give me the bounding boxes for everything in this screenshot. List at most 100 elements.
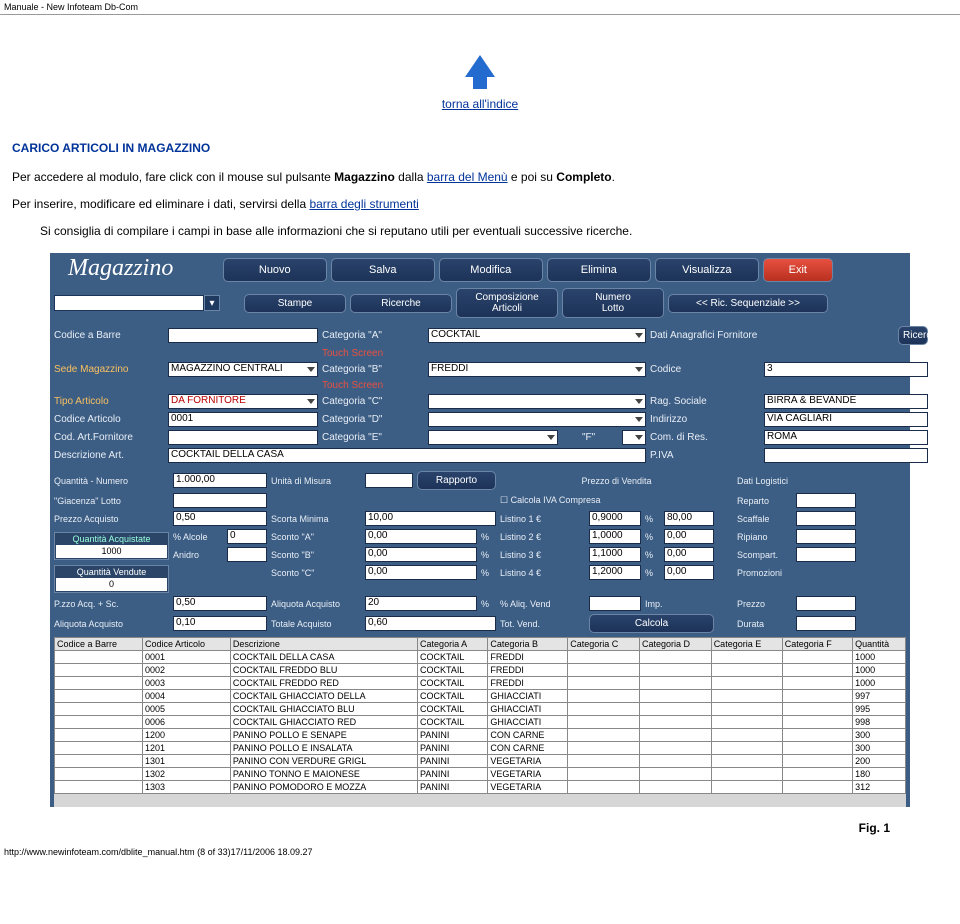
field-aliq-acq-pct[interactable]: 20 xyxy=(365,596,477,611)
field-listino1[interactable]: 0,9000 xyxy=(589,511,641,526)
label-com-res: Com. di Res. xyxy=(650,432,760,443)
elimina-button[interactable]: Elimina xyxy=(547,258,651,282)
field-tipo-articolo[interactable]: DA FORNITORE xyxy=(168,394,318,409)
field-quantita-num[interactable]: 1.000,00 xyxy=(173,473,267,488)
field-giacenza[interactable] xyxy=(173,493,267,508)
field-sede-magazzino[interactable]: MAGAZZINO CENTRALI xyxy=(168,362,318,377)
arrow-stem xyxy=(473,75,487,89)
table-row[interactable]: 1200PANINO POLLO E SENAPEPANINICON CARNE… xyxy=(55,729,906,742)
table-header: Categoria E xyxy=(711,638,782,651)
salva-button[interactable]: Salva xyxy=(331,258,435,282)
pct-label-4: % xyxy=(645,568,660,578)
field-pct1[interactable]: 80,00 xyxy=(664,511,714,526)
field-listino2[interactable]: 1,0000 xyxy=(589,529,641,544)
field-codice-forn[interactable]: 3 xyxy=(764,362,928,377)
field-cod-art-fornitore[interactable] xyxy=(168,430,318,445)
label-listino2: Listino 2 € xyxy=(500,532,585,542)
back-to-index-link[interactable]: torna all'indice xyxy=(0,97,960,111)
label-cat-e: Categoria "E" xyxy=(322,432,424,443)
field-scorta-min[interactable]: 10,00 xyxy=(365,511,496,526)
table-row[interactable]: 0003COCKTAIL FREDDO REDCOCKTAILFREDDI100… xyxy=(55,677,906,690)
field-listino3[interactable]: 1,1000 xyxy=(589,547,641,562)
field-alcole[interactable]: 0 xyxy=(227,529,267,544)
label-alcole: % Alcole xyxy=(173,532,223,542)
table-row[interactable]: 0001COCKTAIL DELLA CASACOCKTAILFREDDI100… xyxy=(55,651,906,664)
label-touch-a: Touch Screen xyxy=(322,348,424,359)
field-aliquota-acq2[interactable]: 0,10 xyxy=(173,616,267,631)
label-tot-vend: Tot. Vend. xyxy=(500,619,585,629)
menu-bar-link[interactable]: barra del Menù xyxy=(427,170,508,184)
stampe-button[interactable]: Stampe xyxy=(244,294,346,313)
table-row[interactable]: 0005COCKTAIL GHIACCIATO BLUCOCKTAILGHIAC… xyxy=(55,703,906,716)
table-row[interactable]: 1301PANINO CON VERDURE GRIGLPANINIVEGETA… xyxy=(55,755,906,768)
calcola-button[interactable]: Calcola xyxy=(589,614,714,633)
label-scaffale: Scaffale xyxy=(737,514,792,524)
field-scaffale[interactable] xyxy=(796,511,856,526)
field-cat-f[interactable] xyxy=(622,430,646,445)
table-row[interactable]: 1201PANINO POLLO E INSALATAPANINICON CAR… xyxy=(55,742,906,755)
field-pct2[interactable]: 0,00 xyxy=(664,529,714,544)
field-cat-b[interactable]: FREDDI xyxy=(428,362,646,377)
field-codice-articolo[interactable]: 0001 xyxy=(168,412,318,427)
field-cat-d[interactable] xyxy=(428,412,646,427)
field-sconto-b[interactable]: 0,00 xyxy=(365,547,477,562)
field-pct3[interactable]: 0,00 xyxy=(664,547,714,562)
field-pct4[interactable]: 0,00 xyxy=(664,565,714,580)
table-header: Quantità xyxy=(853,638,906,651)
field-piva[interactable] xyxy=(764,448,928,463)
section-heading: CARICO ARTICOLI IN MAGAZZINO xyxy=(12,141,960,155)
pct-label-2: % xyxy=(645,532,660,542)
table-row[interactable]: 0004COCKTAIL GHIACCIATO DELLACOCKTAILGHI… xyxy=(55,690,906,703)
label-durata: Durata xyxy=(737,619,792,629)
field-durata[interactable] xyxy=(796,616,856,631)
label-cat-d: Categoria "D" xyxy=(322,414,424,425)
field-totale-acq[interactable]: 0,60 xyxy=(365,616,496,631)
table-header: Codice a Barre xyxy=(55,638,143,651)
table-header: Categoria C xyxy=(568,638,640,651)
dropdown-icon[interactable]: ▾ xyxy=(204,295,220,311)
field-indirizzo[interactable]: VIA CAGLIARI xyxy=(764,412,928,427)
label-cat-b: Categoria "B" xyxy=(322,364,424,375)
field-sconto-a[interactable]: 0,00 xyxy=(365,529,477,544)
label-cat-a: Categoria "A" xyxy=(322,330,424,341)
visualizza-button[interactable]: Visualizza xyxy=(655,258,759,282)
figure-caption: Fig. 1 xyxy=(0,811,960,845)
rapporto-button[interactable]: Rapporto xyxy=(417,471,496,490)
field-descrizione[interactable]: COCKTAIL DELLA CASA xyxy=(168,448,646,463)
nuovo-button[interactable]: Nuovo xyxy=(223,258,327,282)
table-row[interactable]: 0006COCKTAIL GHIACCIATO REDCOCKTAILGHIAC… xyxy=(55,716,906,729)
pct-label-3: % xyxy=(645,550,660,560)
quick-search-input[interactable] xyxy=(54,295,204,311)
field-listino4[interactable]: 1,2000 xyxy=(589,565,641,580)
field-pzzo-acq-sc[interactable]: 0,50 xyxy=(173,596,267,611)
field-aliq-vend[interactable] xyxy=(589,596,641,611)
field-sconto-c[interactable]: 0,00 xyxy=(365,565,477,580)
field-com-res[interactable]: ROMA xyxy=(764,430,928,445)
field-unita-misura[interactable] xyxy=(365,473,413,488)
label-quantita-num: Quantità - Numero xyxy=(54,476,169,486)
toolbar-link[interactable]: barra degli strumenti xyxy=(309,197,418,211)
composizione-button[interactable]: Composizione Articoli xyxy=(456,288,558,318)
table-row[interactable]: 1302PANINO TONNO E MAIONESEPANINIVEGETAR… xyxy=(55,768,906,781)
ric-sequenziale-button[interactable]: << Ric. Sequenziale >> xyxy=(668,294,828,313)
field-scompart[interactable] xyxy=(796,547,856,562)
ricerche-button[interactable]: Ricerche xyxy=(350,294,452,313)
table-row[interactable]: 1303PANINO POMODORO E MOZZAPANINIVEGETAR… xyxy=(55,781,906,794)
table-row[interactable]: 0002COCKTAIL FREDDO BLUCOCKTAILFREDDI100… xyxy=(55,664,906,677)
pct-label-1: % xyxy=(645,514,660,524)
numero-lotto-button[interactable]: Numero Lotto xyxy=(562,288,664,318)
field-rag-sociale[interactable]: BIRRA & BEVANDE xyxy=(764,394,928,409)
ricerca-button[interactable]: Ricerca xyxy=(898,326,928,345)
field-ripiano[interactable] xyxy=(796,529,856,544)
field-cat-a[interactable]: COCKTAIL xyxy=(428,328,646,343)
field-reparto[interactable] xyxy=(796,493,856,508)
field-codice-barre[interactable] xyxy=(168,328,318,343)
field-anidro[interactable] xyxy=(227,547,267,562)
exit-button[interactable]: Exit xyxy=(763,258,833,282)
field-cat-e[interactable] xyxy=(428,430,558,445)
modifica-button[interactable]: Modifica xyxy=(439,258,543,282)
label-scompart: Scompart. xyxy=(737,550,792,560)
field-cat-c[interactable] xyxy=(428,394,646,409)
field-prezzo-promo[interactable] xyxy=(796,596,856,611)
field-prezzo-acq[interactable]: 0,50 xyxy=(173,511,267,526)
